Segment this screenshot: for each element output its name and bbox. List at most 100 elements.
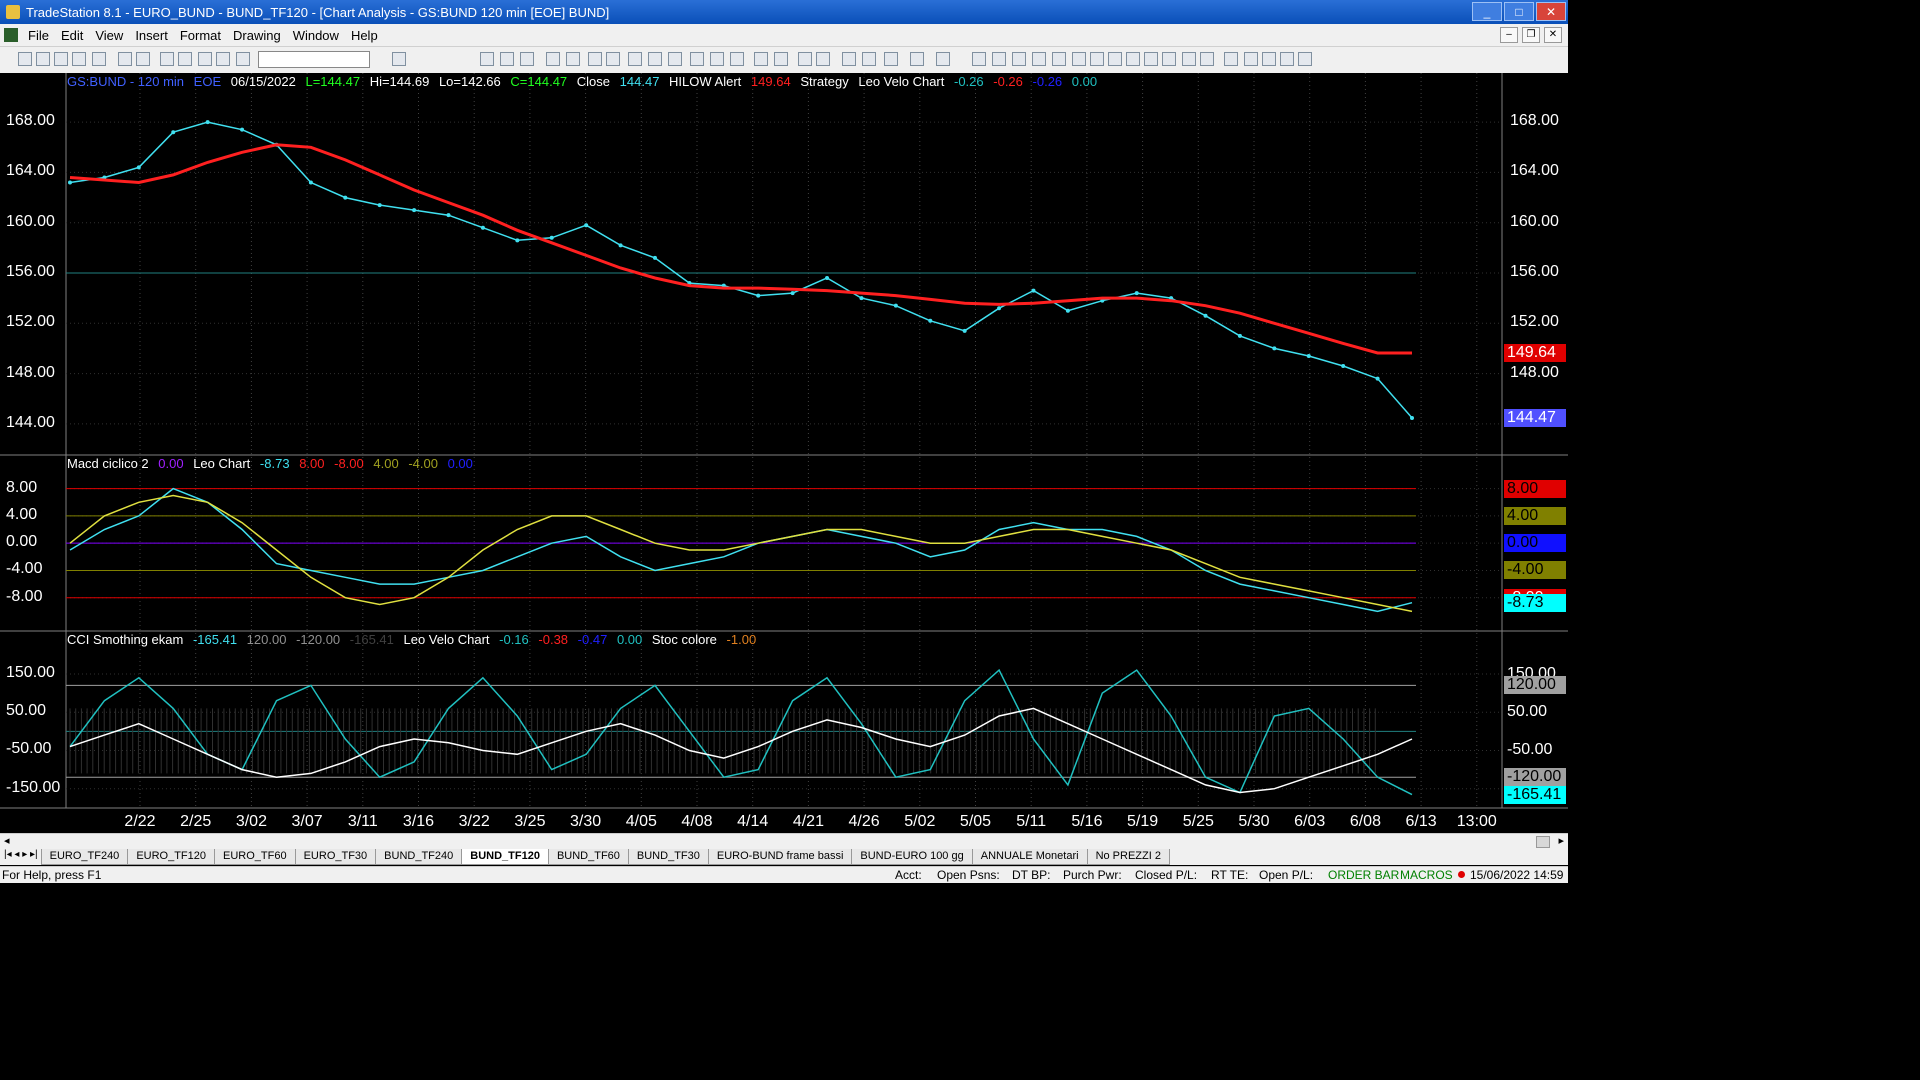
menu-window[interactable]: Window [287, 28, 345, 43]
leo-velo-value-2: -0.26 [993, 74, 1023, 89]
toolbar-tool-0-icon[interactable] [18, 52, 32, 66]
toolbar-tool-25-icon[interactable] [730, 52, 744, 66]
toolbar-tool-42-icon[interactable] [1108, 52, 1122, 66]
scroll-right-icon[interactable]: ▸ [1558, 834, 1564, 847]
macros-button[interactable]: MACROS [1400, 868, 1453, 882]
horizontal-scrollbar[interactable]: ◂ ▸ [0, 833, 1568, 849]
close-button[interactable]: ✕ [1536, 2, 1566, 21]
toolbar-tool-33-icon[interactable] [910, 52, 924, 66]
status-dt-bp: DT BP: [1012, 868, 1051, 882]
toolbar-tool-36-icon[interactable] [992, 52, 1006, 66]
tab-euro-tf60[interactable]: EURO_TF60 [214, 849, 296, 865]
toolbar-tool-13-icon[interactable] [480, 52, 494, 66]
maximize-button[interactable]: □ [1504, 2, 1534, 21]
toolbar-tool-31-icon[interactable] [862, 52, 876, 66]
tab-annuale-monetari[interactable]: ANNUALE Monetari [971, 849, 1088, 865]
tab-bund-euro-100gg[interactable]: BUND-EURO 100 gg [851, 849, 973, 865]
toolbar-tool-32-icon[interactable] [884, 52, 898, 66]
toolbar-tool-16-icon[interactable] [546, 52, 560, 66]
toolbar-tool-5-icon[interactable] [118, 52, 132, 66]
toolbar-tool-29-icon[interactable] [816, 52, 830, 66]
tab-bund-tf120[interactable]: BUND_TF120 [461, 849, 549, 865]
toolbar-tool-48-icon[interactable] [1224, 52, 1238, 66]
toolbar-tool-45-icon[interactable] [1162, 52, 1176, 66]
tab-euro-bund-frame-bassi[interactable]: EURO-BUND frame bassi [707, 849, 853, 865]
toolbar-tool-30-icon[interactable] [842, 52, 856, 66]
menu-view[interactable]: View [89, 28, 129, 43]
toolbar-tool-27-icon[interactable] [774, 52, 788, 66]
tab-no-prezzi-2[interactable]: No PREZZI 2 [1086, 849, 1170, 865]
toolbar-tool-50-icon[interactable] [1262, 52, 1276, 66]
toolbar-tool-21-icon[interactable] [648, 52, 662, 66]
toolbar-tool-20-icon[interactable] [628, 52, 642, 66]
mdi-restore-button[interactable]: ❐ [1522, 27, 1540, 43]
tab-bund-tf30[interactable]: BUND_TF30 [627, 849, 709, 865]
toolbar-tool-18-icon[interactable] [588, 52, 602, 66]
chart-window-icon[interactable] [4, 28, 18, 42]
toolbar-tool-24-icon[interactable] [710, 52, 724, 66]
toolbar-tool-9-icon[interactable] [198, 52, 212, 66]
mdi-minimize-button[interactable]: ‒ [1500, 27, 1518, 43]
menu-help[interactable]: Help [345, 28, 384, 43]
toolbar-tool-4-icon[interactable] [92, 52, 106, 66]
toolbar-tool-15-icon[interactable] [520, 52, 534, 66]
toolbar-tool-26-icon[interactable] [754, 52, 768, 66]
toolbar-tool-23-icon[interactable] [690, 52, 704, 66]
symbol-combo[interactable] [258, 51, 370, 68]
menu-drawing[interactable]: Drawing [227, 28, 287, 43]
toolbar-tool-3-icon[interactable] [72, 52, 86, 66]
minimize-button[interactable]: _ [1472, 2, 1502, 21]
chart-area[interactable]: GS:BUND - 120 min EOE 06/15/2022 L=144.4… [0, 73, 1568, 833]
toolbar-tool-49-icon[interactable] [1244, 52, 1258, 66]
menu-file[interactable]: File [22, 28, 55, 43]
toolbar-tool-11-icon[interactable] [236, 52, 250, 66]
high-label: Hi=144.69 [369, 74, 430, 89]
cci-value-4: -165.41 [349, 632, 394, 647]
cci-pane-header: CCI Smothing ekam -165.41 120.00 -120.00… [67, 632, 762, 647]
toolbar-tool-7-icon[interactable] [160, 52, 174, 66]
toolbar-tool-14-icon[interactable] [500, 52, 514, 66]
toolbar-tool-46-icon[interactable] [1182, 52, 1196, 66]
toolbar-tool-1-icon[interactable] [36, 52, 50, 66]
toolbar-tool-17-icon[interactable] [566, 52, 580, 66]
tab-bund-tf60[interactable]: BUND_TF60 [547, 849, 629, 865]
y-tick-label: 8.00 [6, 478, 38, 496]
toolbar-tool-40-icon[interactable] [1072, 52, 1086, 66]
close-point [859, 296, 864, 301]
cci-leo-value-1: -0.16 [499, 632, 529, 647]
chart-svg[interactable] [0, 73, 1568, 833]
tab-euro-tf240[interactable]: EURO_TF240 [40, 849, 129, 865]
toolbar-tool-47-icon[interactable] [1200, 52, 1214, 66]
toolbar-tool-52-icon[interactable] [1298, 52, 1312, 66]
toolbar-tool-35-icon[interactable] [972, 52, 986, 66]
mdi-close-button[interactable]: ✕ [1544, 27, 1562, 43]
menu-edit[interactable]: Edit [55, 28, 89, 43]
toolbar-tool-8-icon[interactable] [178, 52, 192, 66]
menu-format[interactable]: Format [174, 28, 227, 43]
toolbar-tool-10-icon[interactable] [216, 52, 230, 66]
scroll-thumb[interactable] [1536, 836, 1550, 848]
toolbar-tool-2-icon[interactable] [54, 52, 68, 66]
menu-insert[interactable]: Insert [129, 28, 174, 43]
tab-euro-tf120[interactable]: EURO_TF120 [127, 849, 216, 865]
y-tick-label: 168.00 [6, 112, 55, 130]
toolbar-tool-39-icon[interactable] [1052, 52, 1066, 66]
toolbar-tool-28-icon[interactable] [798, 52, 812, 66]
toolbar-tool-44-icon[interactable] [1144, 52, 1158, 66]
toolbar-tool-22-icon[interactable] [668, 52, 682, 66]
close-point [618, 243, 623, 248]
toolbar-tool-37-icon[interactable] [1012, 52, 1026, 66]
toolbar-tool-51-icon[interactable] [1280, 52, 1294, 66]
tab-euro-tf30[interactable]: EURO_TF30 [294, 849, 377, 865]
tab-bund-tf240[interactable]: BUND_TF240 [375, 849, 463, 865]
toolbar-tool-41-icon[interactable] [1090, 52, 1104, 66]
toolbar-tool-34-icon[interactable] [936, 52, 950, 66]
toolbar-tool-43-icon[interactable] [1126, 52, 1140, 66]
tab-nav-icon[interactable]: |◂ ◂ ▸ ▸| [0, 849, 42, 865]
toolbar-tool-6-icon[interactable] [136, 52, 150, 66]
toolbar-tool-38-icon[interactable] [1032, 52, 1046, 66]
toolbar-tool-12-icon[interactable] [392, 52, 406, 66]
order-bar-button[interactable]: ORDER BAR [1328, 868, 1399, 882]
scroll-left-icon[interactable]: ◂ [4, 834, 10, 847]
toolbar-tool-19-icon[interactable] [606, 52, 620, 66]
